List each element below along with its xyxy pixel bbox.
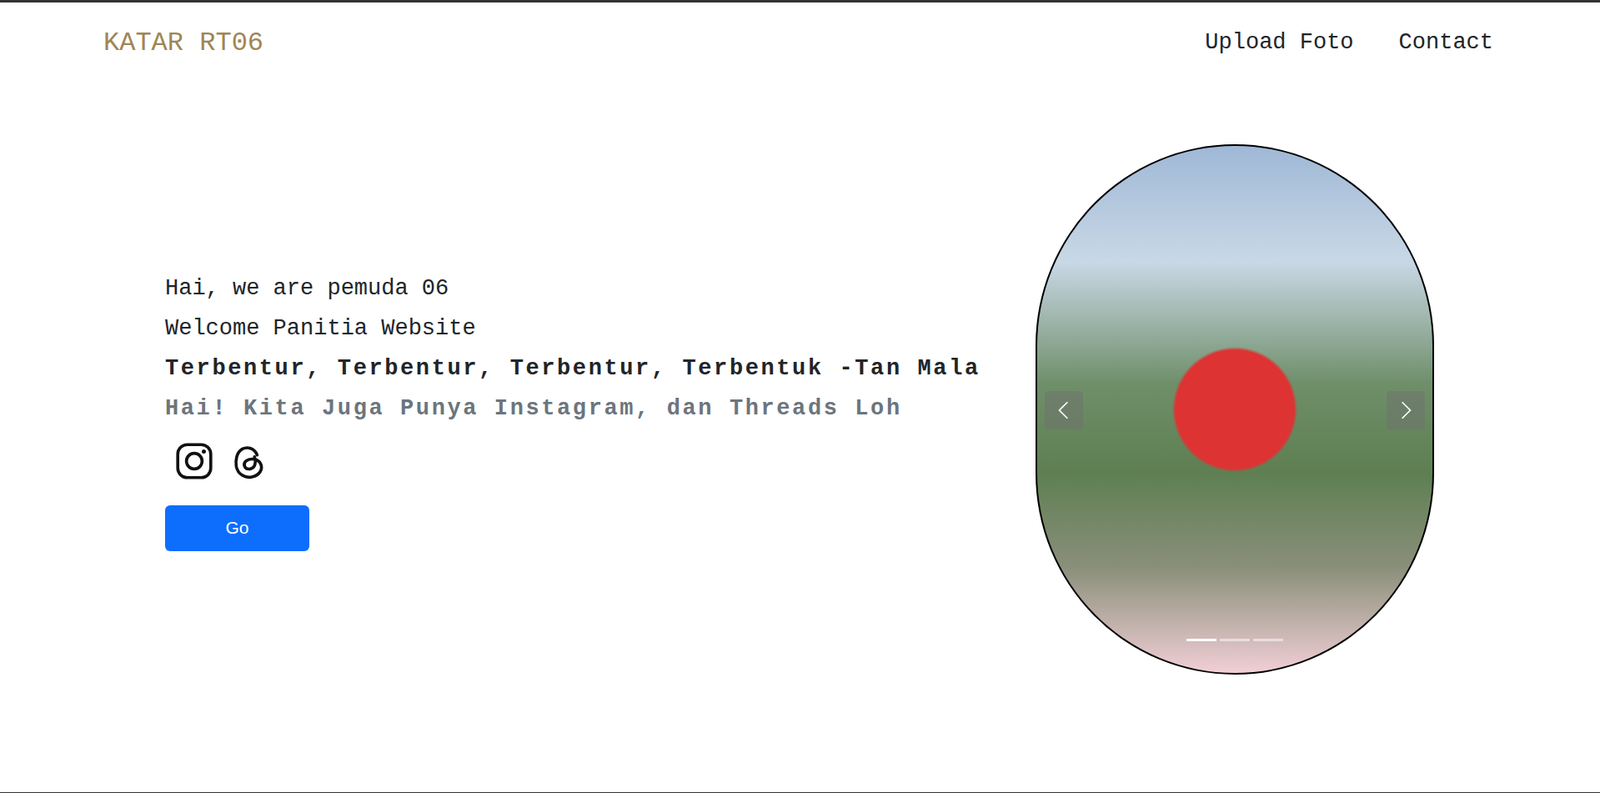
social-prompt: Hai! Kita Juga Punya Instagram, dan Thre…: [165, 388, 981, 429]
carousel-indicator[interactable]: [1219, 638, 1250, 642]
hero-line: Welcome Panitia Website: [165, 308, 981, 349]
hero-line: Hai, we are pemuda 06: [165, 268, 981, 309]
carousel-prev-button[interactable]: [1044, 391, 1084, 430]
instagram-icon[interactable]: [173, 440, 216, 482]
brand-link[interactable]: KATAR RT06: [103, 27, 264, 59]
carousel-photo: [1035, 144, 1435, 675]
chevron-right-icon: [1394, 395, 1417, 426]
navbar: KATAR RT06 Upload Foto Contact: [0, 2, 1600, 83]
nav-link[interactable]: Upload Foto: [1204, 30, 1354, 56]
hero: Hai, we are pemuda 06Welcome Panitia Web…: [0, 82, 1600, 708]
carousel-indicators: [1186, 638, 1284, 642]
hero-text: Hai, we are pemuda 06Welcome Panitia Web…: [165, 268, 981, 552]
carousel-next-button[interactable]: [1386, 391, 1425, 430]
page: KATAR RT06 Upload Foto Contact Hai, we are …: [0, 0, 1600, 793]
carousel-indicator[interactable]: [1253, 638, 1284, 642]
go-button[interactable]: Go: [165, 505, 310, 552]
social-links: [165, 428, 981, 482]
nav-links: Upload Foto Contact: [1204, 30, 1497, 56]
carousel: [1035, 144, 1435, 675]
carousel-indicator[interactable]: [1186, 638, 1217, 642]
nav-link[interactable]: Contact: [1399, 30, 1494, 56]
quote-text: Terbentur, Terbentur, Terbentur, Terbent…: [165, 348, 981, 389]
chevron-left-icon: [1053, 395, 1075, 426]
threads-icon[interactable]: [228, 440, 271, 482]
